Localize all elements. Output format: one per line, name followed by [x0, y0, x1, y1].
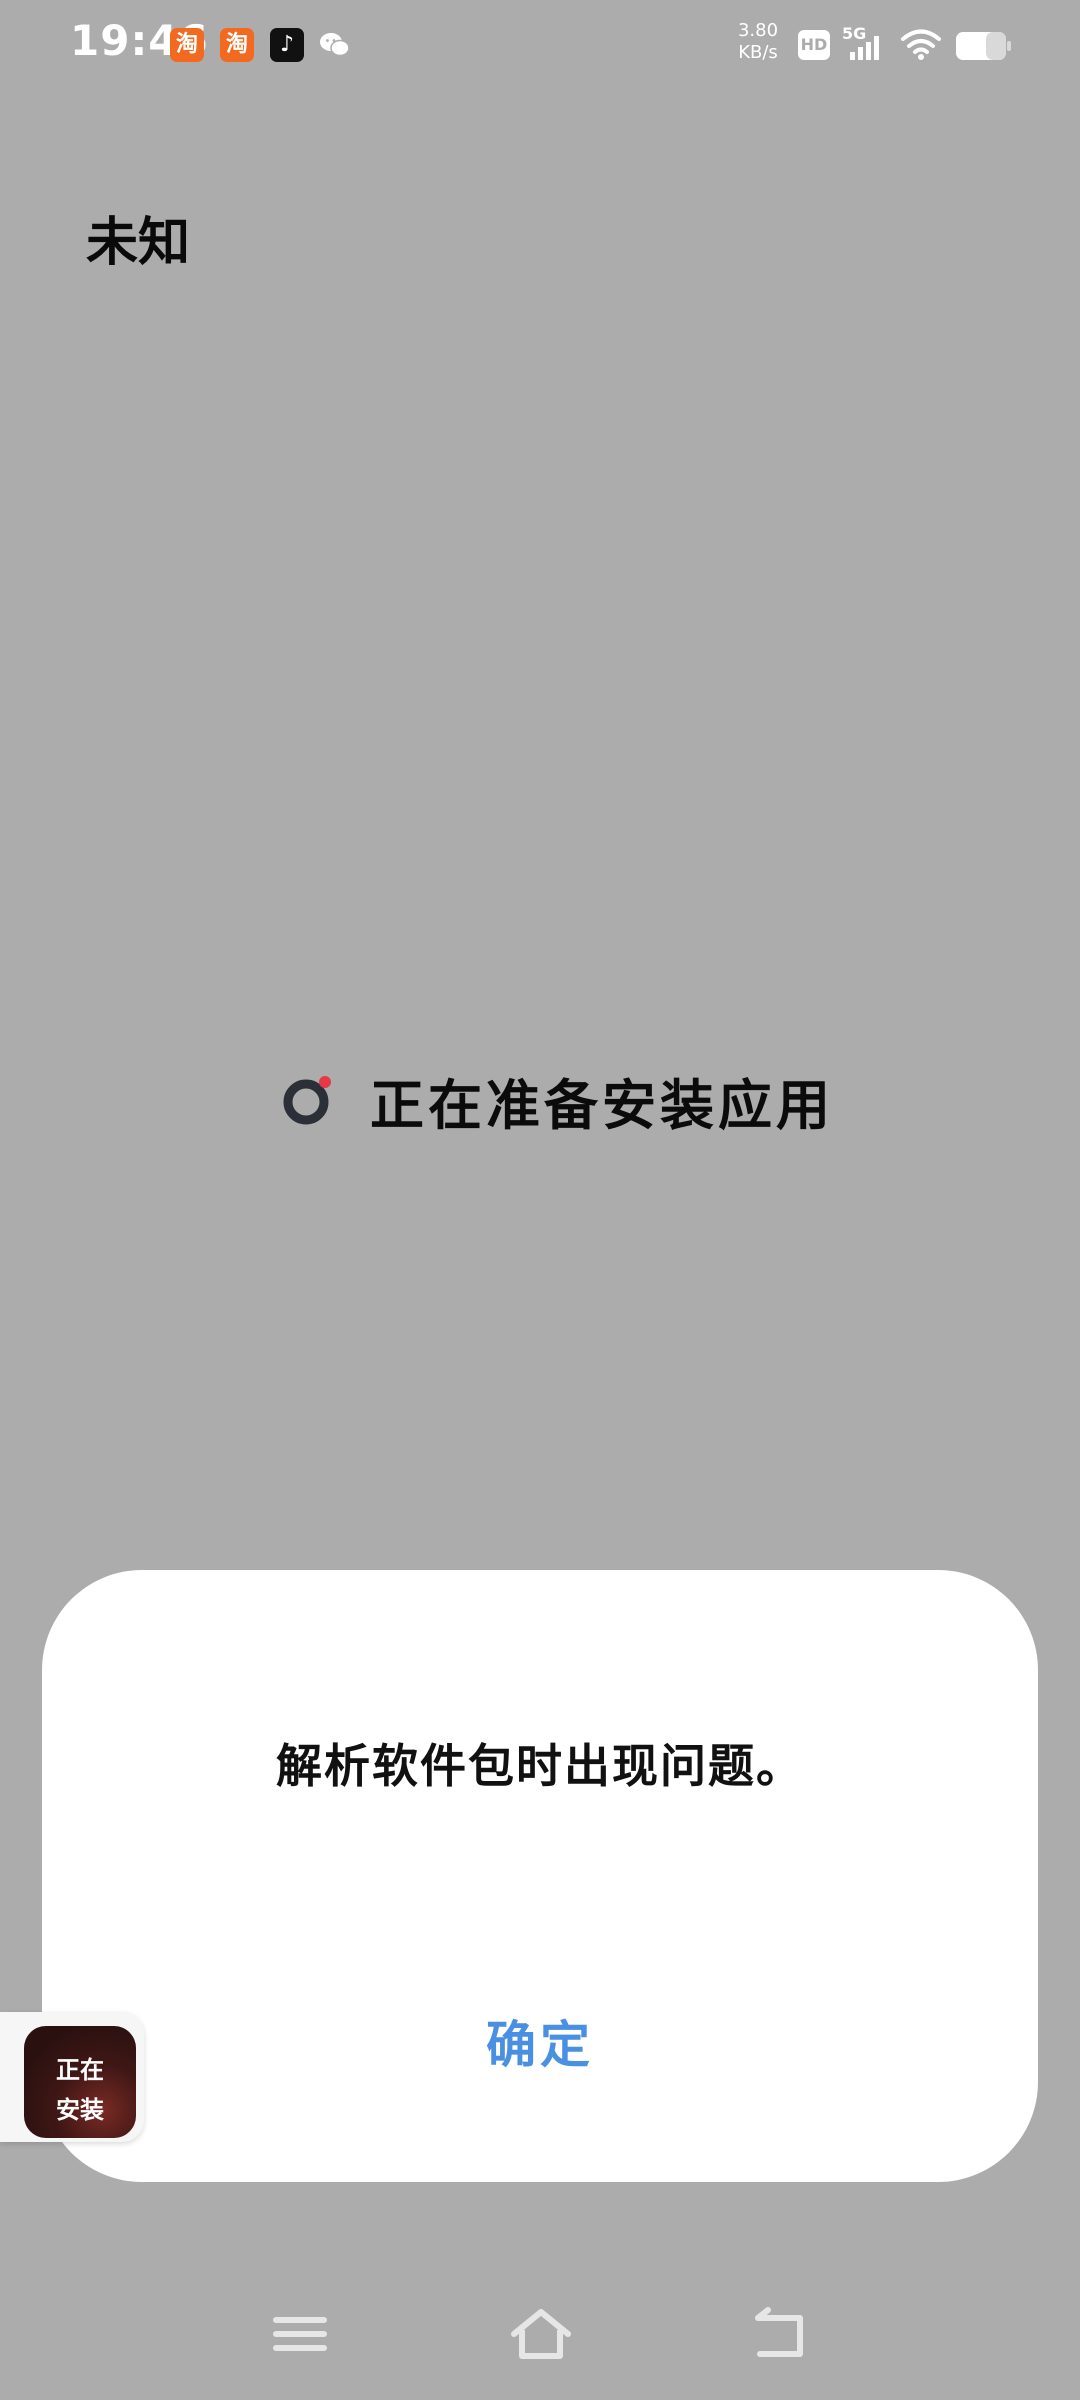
- back-icon[interactable]: [746, 2304, 816, 2364]
- loading-indicator: 正在准备安装应用: [280, 1062, 834, 1138]
- spinner-icon: [280, 1072, 336, 1128]
- wechat-icon: [318, 28, 352, 62]
- installing-floating-badge[interactable]: 正在 安装: [0, 2012, 144, 2142]
- loading-text: 正在准备安装应用: [370, 1073, 834, 1137]
- menu-icon[interactable]: [266, 2304, 336, 2364]
- navigation-bar: [0, 2292, 1080, 2382]
- signal-icon: 5G: [842, 24, 890, 64]
- confirm-button[interactable]: 确定: [440, 2000, 640, 2090]
- home-icon[interactable]: [506, 2304, 576, 2364]
- network-speed: 3.80 KB/s: [736, 20, 780, 64]
- app-icon[interactable]: 正在 安装: [24, 2026, 136, 2138]
- floating-badge-line1: 正在: [56, 2056, 104, 2084]
- battery-icon: [956, 32, 1012, 60]
- taobao-icon: 淘: [170, 28, 204, 62]
- network-speed-value: 3.80: [737, 20, 779, 41]
- dialog-message: 解析软件包时出现问题。: [276, 1739, 804, 1793]
- page-title: 未知: [86, 213, 191, 273]
- error-dialog: 解析软件包时出现问题。 确定: [42, 1570, 1038, 2182]
- wifi-icon: [900, 28, 942, 62]
- floating-badge-line2: 安装: [56, 2096, 104, 2124]
- taobao-icon: 淘: [220, 28, 254, 62]
- status-bar: 19:46 淘 淘 ♪ 3.80 KB/s HD 5G: [0, 0, 1080, 92]
- tiktok-icon: ♪: [270, 28, 304, 62]
- network-speed-unit: KB/s: [738, 42, 778, 63]
- hd-badge: HD: [798, 30, 830, 60]
